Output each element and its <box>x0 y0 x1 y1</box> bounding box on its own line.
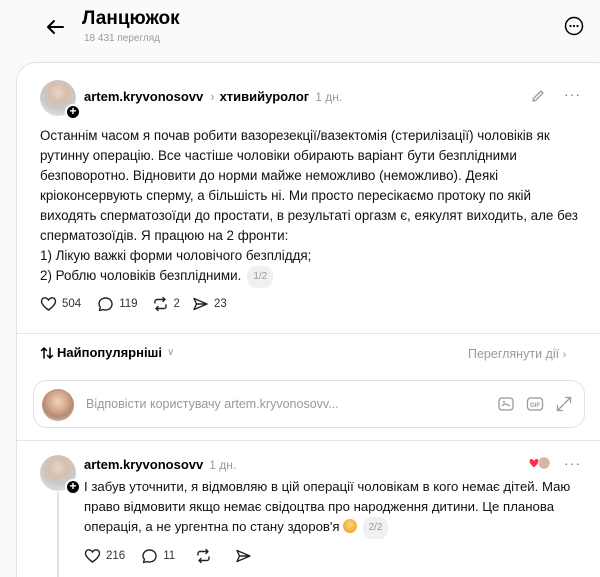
view-activity-label: Переглянути дії <box>468 347 560 361</box>
pencil-icon[interactable] <box>530 88 546 104</box>
comment-pager: 2/2 <box>362 517 389 539</box>
post-paragraph-text: 2) Роблю чоловіків безплідними. <box>40 268 242 283</box>
sort-label: Найпопулярніші <box>57 345 163 360</box>
top-bar: Ланцюжок 18 431 перегляд <box>0 0 600 58</box>
send-icon <box>193 297 208 311</box>
post-actions: 504 119 2 23 <box>40 294 239 314</box>
comment-more-icon[interactable]: ··· <box>564 455 581 471</box>
reply-input[interactable]: Відповісти користувачу artem.kryvonosovv… <box>33 380 585 428</box>
comment-button[interactable]: 119 <box>97 296 138 312</box>
reactors-avatars-icon[interactable] <box>528 455 552 471</box>
post-topic[interactable]: хтивийуролог <box>220 89 310 104</box>
post-paragraph: 1) Лікую важкі форми чоловічого безплідд… <box>40 248 312 263</box>
heart-icon <box>40 297 57 311</box>
like-count: 216 <box>106 550 126 562</box>
send-icon <box>236 549 251 563</box>
divider <box>17 333 600 334</box>
repost-button[interactable] <box>195 548 217 564</box>
chevron-down-icon: ∨ <box>167 347 175 358</box>
views-count: 18 431 перегляд <box>84 33 160 44</box>
avatar[interactable]: + <box>40 80 81 120</box>
thread-line <box>57 492 59 577</box>
page-title: Ланцюжок <box>82 8 180 29</box>
arrow-left-icon[interactable] <box>40 12 70 42</box>
comment-actions: 216 11 <box>84 546 269 566</box>
repost-icon <box>197 548 210 564</box>
like-count: 504 <box>62 298 82 310</box>
chevron-right-icon: › <box>210 89 215 104</box>
post-username[interactable]: artem.kryvonosovv <box>84 89 203 104</box>
post-pager: 1/2 <box>247 266 274 288</box>
post-body: Останнім часом я почав робити вазорезекц… <box>40 126 580 288</box>
post-paragraph-last: 2) Роблю чоловіків безплідними. 1/2 <box>40 266 580 288</box>
comment-text: І забув уточнити, я відмовляю в цій опер… <box>84 479 571 534</box>
reply-placeholder: Відповісти користувачу artem.kryvonosovv… <box>86 397 339 411</box>
share-count: 23 <box>213 298 227 310</box>
sort-dropdown[interactable]: Найпопулярніші ∨ <box>40 345 174 360</box>
like-button[interactable]: 216 <box>84 548 125 564</box>
comment-bubble-icon <box>98 297 113 312</box>
follow-plus-icon[interactable]: + <box>65 104 81 120</box>
repost-icon <box>153 296 167 312</box>
sort-arrows-icon <box>40 346 54 359</box>
like-button[interactable]: 504 <box>40 296 81 312</box>
share-button[interactable]: 23 <box>192 296 227 312</box>
more-circle-icon[interactable] <box>564 16 584 36</box>
chevron-right-icon: › <box>562 349 567 361</box>
comment-count: 119 <box>119 298 138 310</box>
post-header: artem.kryvonosovv › хтивийуролог 1 дн. <box>84 89 342 104</box>
share-button[interactable] <box>235 548 257 564</box>
comment-button[interactable]: 11 <box>141 548 175 564</box>
post-time: 1 дн. <box>315 90 343 104</box>
post-paragraph: Останнім часом я почав робити вазорезекц… <box>40 128 578 243</box>
repost-button[interactable]: 2 <box>152 296 180 312</box>
heart-icon <box>84 549 101 563</box>
comment-count: 11 <box>163 550 176 562</box>
comment-username[interactable]: artem.kryvonosovv <box>84 457 203 472</box>
image-icon[interactable] <box>497 395 515 413</box>
comment-time: 1 дн. <box>209 458 237 472</box>
expand-icon[interactable] <box>555 395 573 413</box>
follow-plus-icon[interactable]: + <box>65 479 81 495</box>
view-activity-link[interactable]: Переглянути дії › <box>468 347 566 361</box>
post-more-icon[interactable]: ··· <box>564 86 581 102</box>
current-user-avatar <box>42 389 74 421</box>
divider <box>17 440 600 441</box>
gif-icon[interactable]: GIF <box>526 395 544 413</box>
svg-text:GIF: GIF <box>530 403 540 409</box>
repost-count: 2 <box>173 298 180 310</box>
comment-avatar[interactable]: + <box>40 455 81 495</box>
comment-bubble-icon <box>142 549 157 564</box>
comment-body: І забув уточнити, я відмовляю в цій опер… <box>84 477 584 539</box>
emoji-icon <box>342 519 357 533</box>
comment-header: artem.kryvonosovv 1 дн. <box>84 457 236 472</box>
